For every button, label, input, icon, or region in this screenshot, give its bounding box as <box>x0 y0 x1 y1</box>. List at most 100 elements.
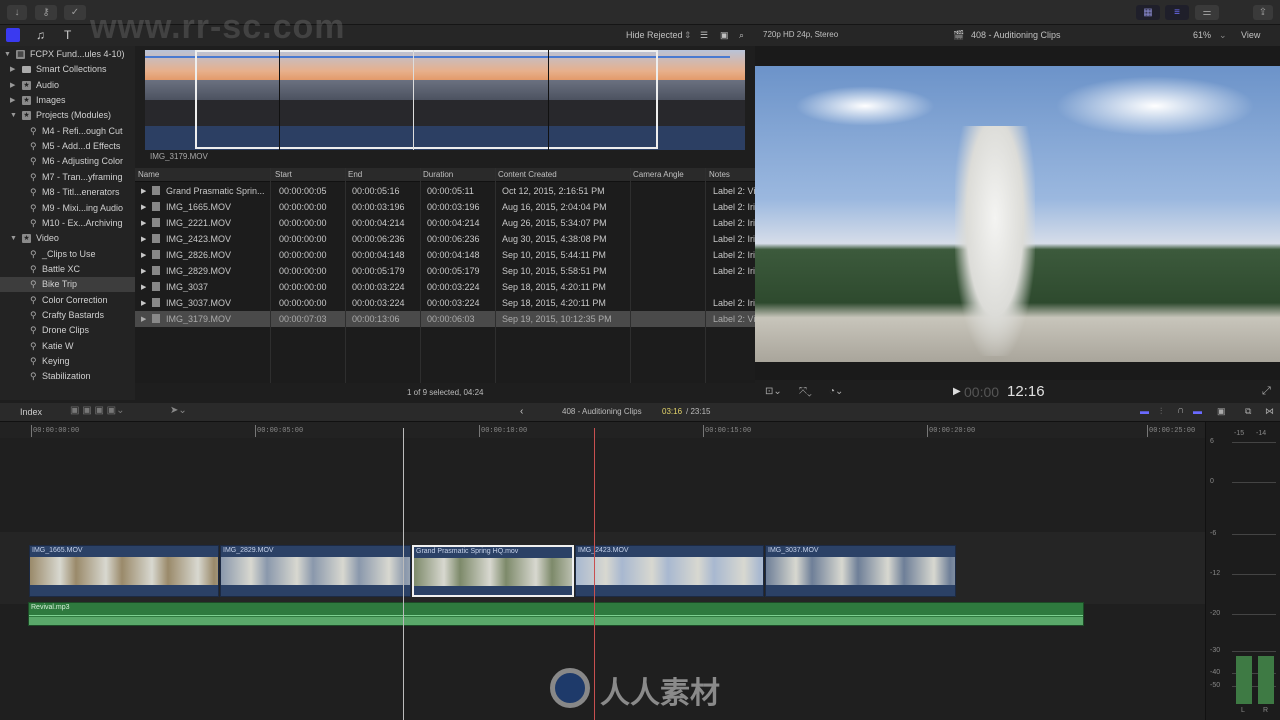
column-header[interactable]: Camera Angle <box>633 170 684 179</box>
column-divider[interactable] <box>495 168 496 383</box>
sidebar-item[interactable]: ⚲ M4 - Refi...ough Cut <box>0 124 135 139</box>
sidebar-item[interactable]: ▶ Smart Collections <box>0 62 135 77</box>
timecode-display[interactable]: 12:16 <box>1007 383 1045 400</box>
column-divider[interactable] <box>705 168 706 383</box>
disclosure-collapsed-icon[interactable]: ▶ <box>141 251 146 259</box>
back-chevron-icon[interactable]: ‹ <box>520 406 523 417</box>
sidebar-item[interactable]: ⚲ Bike Trip <box>0 277 135 293</box>
disclosure-collapsed-icon[interactable]: ▶ <box>141 267 146 275</box>
sidebar-item[interactable]: ⚲ Color Correction <box>0 293 135 308</box>
hide-rejected-select[interactable]: Hide Rejected <box>626 30 683 40</box>
search-icon[interactable]: ⌕ <box>739 30 744 41</box>
sidebar-item[interactable]: ⚲ M7 - Tran...yframing <box>0 170 135 185</box>
skimming-icon[interactable]: ▬ <box>1140 406 1149 416</box>
sidebar-item[interactable]: ⚲ _Clips to Use <box>0 247 135 262</box>
edit-buttons-icon[interactable]: ▣ ▣ ▣ ▣⌄ <box>70 405 125 416</box>
select-tool-icon[interactable]: ➤⌄ <box>170 405 187 416</box>
disclosure-collapsed-icon[interactable]: ▶ <box>141 235 146 243</box>
table-row[interactable]: ▶ Grand Prasmatic Sprin... 00:00:00:05 00:0… <box>135 183 755 199</box>
disclosure-expanded-icon[interactable]: ▼ <box>10 108 17 123</box>
disclosure-collapsed-icon[interactable]: ▶ <box>141 187 146 195</box>
column-header[interactable]: Content Created <box>498 170 557 179</box>
effects-browser-icon[interactable]: ⧉ <box>1245 406 1251 417</box>
column-divider[interactable] <box>630 168 631 383</box>
import-button[interactable]: ↓ <box>7 5 27 20</box>
disclosure-collapsed-icon[interactable]: ▶ <box>10 93 15 108</box>
sidebar-item[interactable]: ⚲ M10 - Ex...Archiving <box>0 216 135 231</box>
index-button[interactable]: Index <box>20 407 42 417</box>
column-header[interactable]: Duration <box>423 170 453 179</box>
sidebar-item[interactable]: ▼ ★ Video <box>0 231 135 246</box>
fullscreen-icon[interactable]: ⤢ <box>1262 385 1271 398</box>
table-row[interactable]: ▶ IMG_2826.MOV 00:00:00:00 00:00:04:148 00:0… <box>135 247 755 263</box>
sidebar-item[interactable]: ▼ ★ Projects (Modules) <box>0 108 135 123</box>
column-divider[interactable] <box>345 168 346 383</box>
disclosure-collapsed-icon[interactable]: ▶ <box>141 283 146 291</box>
solo-headphones-icon[interactable]: ∩ <box>1177 405 1184 416</box>
column-header[interactable]: Start <box>275 170 292 179</box>
inspector-toggle-button[interactable]: ⚌ <box>1195 5 1219 20</box>
timeline-clip[interactable]: IMG_2423.MOV <box>575 545 764 597</box>
libraries-icon[interactable] <box>6 28 20 42</box>
background-tasks-button[interactable]: ✓ <box>64 5 86 20</box>
sidebar-item[interactable]: ⚲ Stabilization <box>0 369 135 384</box>
disclosure-collapsed-icon[interactable]: ▶ <box>10 62 15 77</box>
column-divider[interactable] <box>270 168 271 383</box>
table-row[interactable]: ▶ IMG_3179.MOV 00:00:07:03 00:00:13:06 00:00… <box>135 311 755 327</box>
sidebar-item[interactable]: ▼ ▦ FCPX Fund...ules 4-10) <box>0 47 135 62</box>
view-menu[interactable]: View <box>1241 30 1260 40</box>
disclosure-expanded-icon[interactable]: ▼ <box>10 231 17 246</box>
share-button[interactable]: ⇪ <box>1253 5 1273 20</box>
sidebar-item[interactable]: ⚲ M6 - Adjusting Color <box>0 154 135 169</box>
table-row[interactable]: ▶ IMG_2423.MOV 00:00:00:00 00:00:06:236 00:0… <box>135 231 755 247</box>
transitions-browser-icon[interactable]: ⋈ <box>1265 406 1274 417</box>
zoom-level-select[interactable]: 61% <box>1193 30 1211 40</box>
column-header[interactable]: Notes <box>709 170 730 179</box>
disclosure-collapsed-icon[interactable]: ▶ <box>141 203 146 211</box>
column-divider[interactable] <box>420 168 421 383</box>
sidebar-item[interactable]: ⚲ M5 - Add...d Effects <box>0 139 135 154</box>
disclosure-collapsed-icon[interactable]: ▶ <box>10 78 15 93</box>
retime-icon[interactable]: ◔⌄ <box>829 386 843 397</box>
audio-clip[interactable]: Revival.mp3 <box>28 602 1084 626</box>
timeline-ruler[interactable]: 00:00:00:00 00:00:05:00 00:00:10:00 00:00:1… <box>0 422 1205 438</box>
audio-skimming-icon[interactable]: ⫶ <box>1160 406 1162 417</box>
view-options-icon[interactable]: ⊡⌄ <box>765 386 782 397</box>
transform-tools-icon[interactable]: ⤧⌄ <box>799 386 812 397</box>
disclosure-collapsed-icon[interactable]: ▶ <box>141 219 146 227</box>
table-row[interactable]: ▶ IMG_3037 00:00:00:00 00:00:03:224 00:00:03… <box>135 279 755 295</box>
table-row[interactable]: ▶ IMG_2829.MOV 00:00:00:00 00:00:05:179 00:0… <box>135 263 755 279</box>
clip-appearance-icon[interactable]: ▣ <box>1217 406 1226 417</box>
browser-toggle-button[interactable]: ▦ <box>1136 5 1160 20</box>
keyword-editor-button[interactable]: ⚷ <box>35 5 57 20</box>
sidebar-item[interactable]: ⚲ Drone Clips <box>0 323 135 338</box>
play-button[interactable]: ▶ <box>953 386 961 397</box>
timeline-clip[interactable]: Grand Prasmatic Spring HQ.mov <box>412 545 574 597</box>
sidebar-item[interactable]: ▶ ★ Audio <box>0 78 135 93</box>
disclosure-collapsed-icon[interactable]: ▶ <box>141 315 146 323</box>
timeline-clip[interactable]: IMG_1665.MOV <box>29 545 219 597</box>
table-row[interactable]: ▶ IMG_3037.MOV 00:00:00:00 00:00:03:224 00:0… <box>135 295 755 311</box>
sidebar-item[interactable]: ⚲ Battle XC <box>0 262 135 277</box>
filmstrip-icon[interactable]: ▣ <box>720 30 729 41</box>
range-selection[interactable] <box>195 50 658 149</box>
sidebar-item[interactable]: ⚲ Katie W <box>0 339 135 354</box>
table-row[interactable]: ▶ IMG_1665.MOV 00:00:00:00 00:00:03:196 00:0… <box>135 199 755 215</box>
volume-line[interactable] <box>29 615 1083 616</box>
disclosure-collapsed-icon[interactable]: ▶ <box>141 299 146 307</box>
titles-generators-icon[interactable]: T <box>64 28 71 42</box>
sidebar-item[interactable]: ⚲ M8 - Titl...enerators <box>0 185 135 200</box>
playhead[interactable] <box>594 428 595 720</box>
clip-filmstrip[interactable] <box>145 50 745 150</box>
timeline-clip[interactable]: IMG_2829.MOV <box>220 545 411 597</box>
table-row[interactable]: ▶ IMG_2221.MOV 00:00:00:00 00:00:04:214 00:0… <box>135 215 755 231</box>
disclosure-expanded-icon[interactable]: ▼ <box>4 47 11 62</box>
sidebar-item[interactable]: ⚲ Crafty Bastards <box>0 308 135 323</box>
clip-appearance-icon[interactable]: ☰ <box>700 30 708 41</box>
viewer-frame[interactable] <box>755 66 1280 362</box>
timeline-clip[interactable]: IMG_3037.MOV <box>765 545 956 597</box>
sidebar-item[interactable]: ⚲ Keying <box>0 354 135 369</box>
photos-audio-icon[interactable]: ♫ <box>36 28 45 42</box>
column-header[interactable]: End <box>348 170 362 179</box>
snapping-icon[interactable]: ▬ <box>1193 406 1202 416</box>
